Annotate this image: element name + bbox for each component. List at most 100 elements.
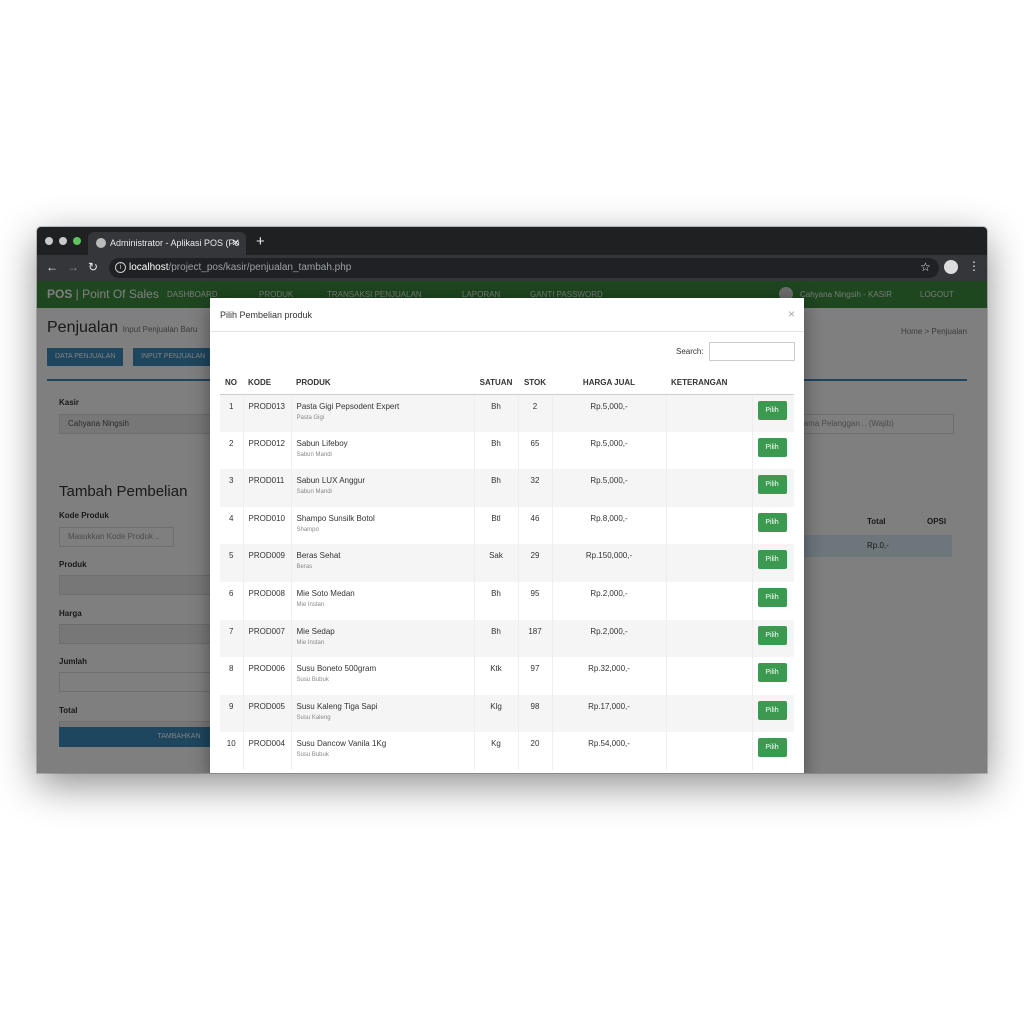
- table-row: 5 PROD009 Beras Sehat Beras Sak 29 Rp.150,000,…: [220, 544, 794, 582]
- product-category: Mie Instan: [296, 639, 325, 646]
- page-content: POS | Point Of Sales DASHBOARD PRODUK TR…: [37, 281, 987, 773]
- cell-kode: PROD008: [243, 581, 292, 620]
- col-harga-jual[interactable]: HARGA JUAL: [552, 371, 666, 395]
- col-stok[interactable]: STOK: [518, 371, 552, 395]
- close-icon[interactable]: ×: [788, 307, 795, 321]
- cell-keterangan: [666, 581, 753, 620]
- forward-icon[interactable]: →: [67, 260, 79, 274]
- cell-stok: 97: [518, 657, 553, 695]
- cell-no: 7: [220, 619, 244, 658]
- cell-harga: Rp.150,000,-: [552, 544, 667, 582]
- product-name: Susu Kaleng Tiga Sapi: [296, 701, 378, 711]
- cell-kode: PROD010: [243, 506, 292, 545]
- cell-action: Pilih: [752, 732, 794, 770]
- product-category: Mie Instan: [296, 601, 325, 608]
- cell-satuan: Bh: [474, 581, 519, 620]
- col-action: [752, 371, 794, 395]
- browser-menu-icon[interactable]: ⋮: [968, 259, 980, 273]
- pilih-button[interactable]: Pilih: [757, 700, 787, 720]
- pilih-button[interactable]: Pilih: [757, 550, 787, 570]
- cell-stok: 95: [518, 581, 553, 620]
- cell-satuan: Bh: [474, 431, 519, 470]
- pilih-button[interactable]: Pilih: [757, 475, 787, 495]
- minimize-window-button[interactable]: [59, 237, 67, 245]
- cell-produk: Pasta Gigi Pepsodent Expert Pasta Gigi: [291, 394, 475, 432]
- col-kode[interactable]: KODE: [243, 371, 291, 395]
- product-category: Susu Kaleng: [296, 714, 331, 721]
- cell-produk: Shampo Sunsilk Botol Shampo: [291, 506, 475, 545]
- cell-no: 10: [220, 732, 244, 770]
- product-category: Susu Bubuk: [296, 752, 329, 759]
- bookmark-star-icon[interactable]: ☆: [920, 260, 931, 274]
- table-row: 1 PROD013 Pasta Gigi Pepsodent Expert Pasta…: [220, 394, 794, 432]
- cell-produk: Susu Kaleng Tiga Sapi Susu Kaleng: [291, 694, 475, 733]
- cell-keterangan: [666, 732, 753, 770]
- tab-close-icon[interactable]: ✕: [232, 232, 240, 255]
- product-category: Beras: [296, 564, 313, 571]
- table-row: 3 PROD011 Sabun LUX Anggur Sabun Mandi Bh 32 R…: [220, 469, 794, 507]
- cell-harga: Rp.2,000,-: [552, 581, 667, 620]
- pilih-button[interactable]: Pilih: [757, 663, 787, 683]
- col-satuan[interactable]: SATUAN: [474, 371, 518, 395]
- cell-stok: 2: [518, 394, 553, 432]
- cell-stok: 20: [518, 732, 553, 770]
- product-name: Susu Boneto 500gram: [296, 664, 377, 674]
- cell-satuan: Sak: [474, 544, 519, 582]
- cell-harga: Rp.32,000,-: [552, 657, 667, 695]
- cell-action: Pilih: [752, 657, 794, 695]
- table-row: 9 PROD005 Susu Kaleng Tiga Sapi Susu Kaleng…: [220, 694, 794, 733]
- cell-produk: Sabun Lifeboy Sabun Mandi: [291, 431, 475, 470]
- reload-icon[interactable]: ↻: [88, 260, 98, 274]
- address-bar[interactable]: i localhost/project_pos/kasir/penjualan_…: [109, 258, 939, 278]
- cell-no: 9: [220, 694, 244, 733]
- search-input[interactable]: [709, 342, 795, 361]
- pilih-button[interactable]: Pilih: [757, 400, 787, 420]
- cell-kode: PROD007: [243, 619, 292, 658]
- cell-keterangan: [666, 394, 753, 432]
- cell-no: 5: [220, 544, 244, 582]
- cell-action: Pilih: [752, 582, 794, 620]
- browser-tab[interactable]: Administrator - Aplikasi POS (Po ✕: [88, 232, 246, 255]
- pilih-button[interactable]: Pilih: [757, 512, 787, 532]
- back-icon[interactable]: ←: [46, 260, 58, 274]
- info-icon[interactable]: i: [115, 262, 126, 273]
- product-category: Susu Bubuk: [296, 677, 329, 684]
- cell-kode: PROD011: [243, 469, 292, 507]
- cell-harga: Rp.8,000,-: [552, 506, 667, 545]
- profile-avatar-icon[interactable]: [944, 260, 958, 274]
- maximize-window-button[interactable]: [73, 237, 81, 245]
- modal-header: Pilih Pembelian produk ×: [210, 298, 804, 332]
- product-category: Sabun Mandi: [296, 451, 332, 458]
- product-name: Mie Sedap: [296, 626, 335, 636]
- product-name: Sabun Lifeboy: [296, 438, 348, 448]
- cell-action: Pilih: [752, 507, 794, 545]
- cell-harga: Rp.5,000,-: [552, 431, 667, 470]
- cell-keterangan: [666, 544, 753, 582]
- tab-title: Administrator - Aplikasi POS (Po: [110, 238, 240, 248]
- cell-stok: 98: [518, 694, 553, 733]
- col-keterangan[interactable]: KETERANGAN: [666, 371, 752, 395]
- cell-stok: 65: [518, 431, 553, 470]
- pilih-button[interactable]: Pilih: [757, 437, 787, 457]
- cell-action: Pilih: [752, 469, 794, 507]
- cell-action: Pilih: [752, 619, 794, 658]
- cell-keterangan: [666, 469, 753, 507]
- search-label: Search:: [676, 347, 704, 356]
- product-name: Mie Soto Medan: [296, 588, 355, 598]
- cell-satuan: Bh: [474, 619, 519, 658]
- table-row: 8 PROD006 Susu Boneto 500gram Susu Bubuk Ktk…: [220, 657, 794, 695]
- table-row: 10 PROD004 Susu Dancow Vanila 1Kg Susu Bubu…: [220, 732, 794, 770]
- product-name: Sabun LUX Anggur: [296, 476, 366, 486]
- cell-harga: Rp.5,000,-: [552, 469, 667, 507]
- col-produk[interactable]: PRODUK: [291, 371, 474, 395]
- table-row: 2 PROD012 Sabun Lifeboy Sabun Mandi Bh 65 Rp.5…: [220, 431, 794, 470]
- col-no[interactable]: NO: [220, 371, 243, 395]
- new-tab-icon[interactable]: +: [256, 233, 265, 250]
- close-window-button[interactable]: [45, 237, 53, 245]
- cell-produk: Mie Soto Medan Mie Instan: [291, 581, 475, 620]
- pilih-button[interactable]: Pilih: [757, 625, 787, 645]
- pilih-button[interactable]: Pilih: [757, 587, 787, 607]
- pilih-button[interactable]: Pilih: [757, 738, 787, 758]
- table-row: 4 PROD010 Shampo Sunsilk Botol Shampo Btl 46 R…: [220, 506, 794, 545]
- cell-produk: Susu Boneto 500gram Susu Bubuk: [291, 657, 475, 695]
